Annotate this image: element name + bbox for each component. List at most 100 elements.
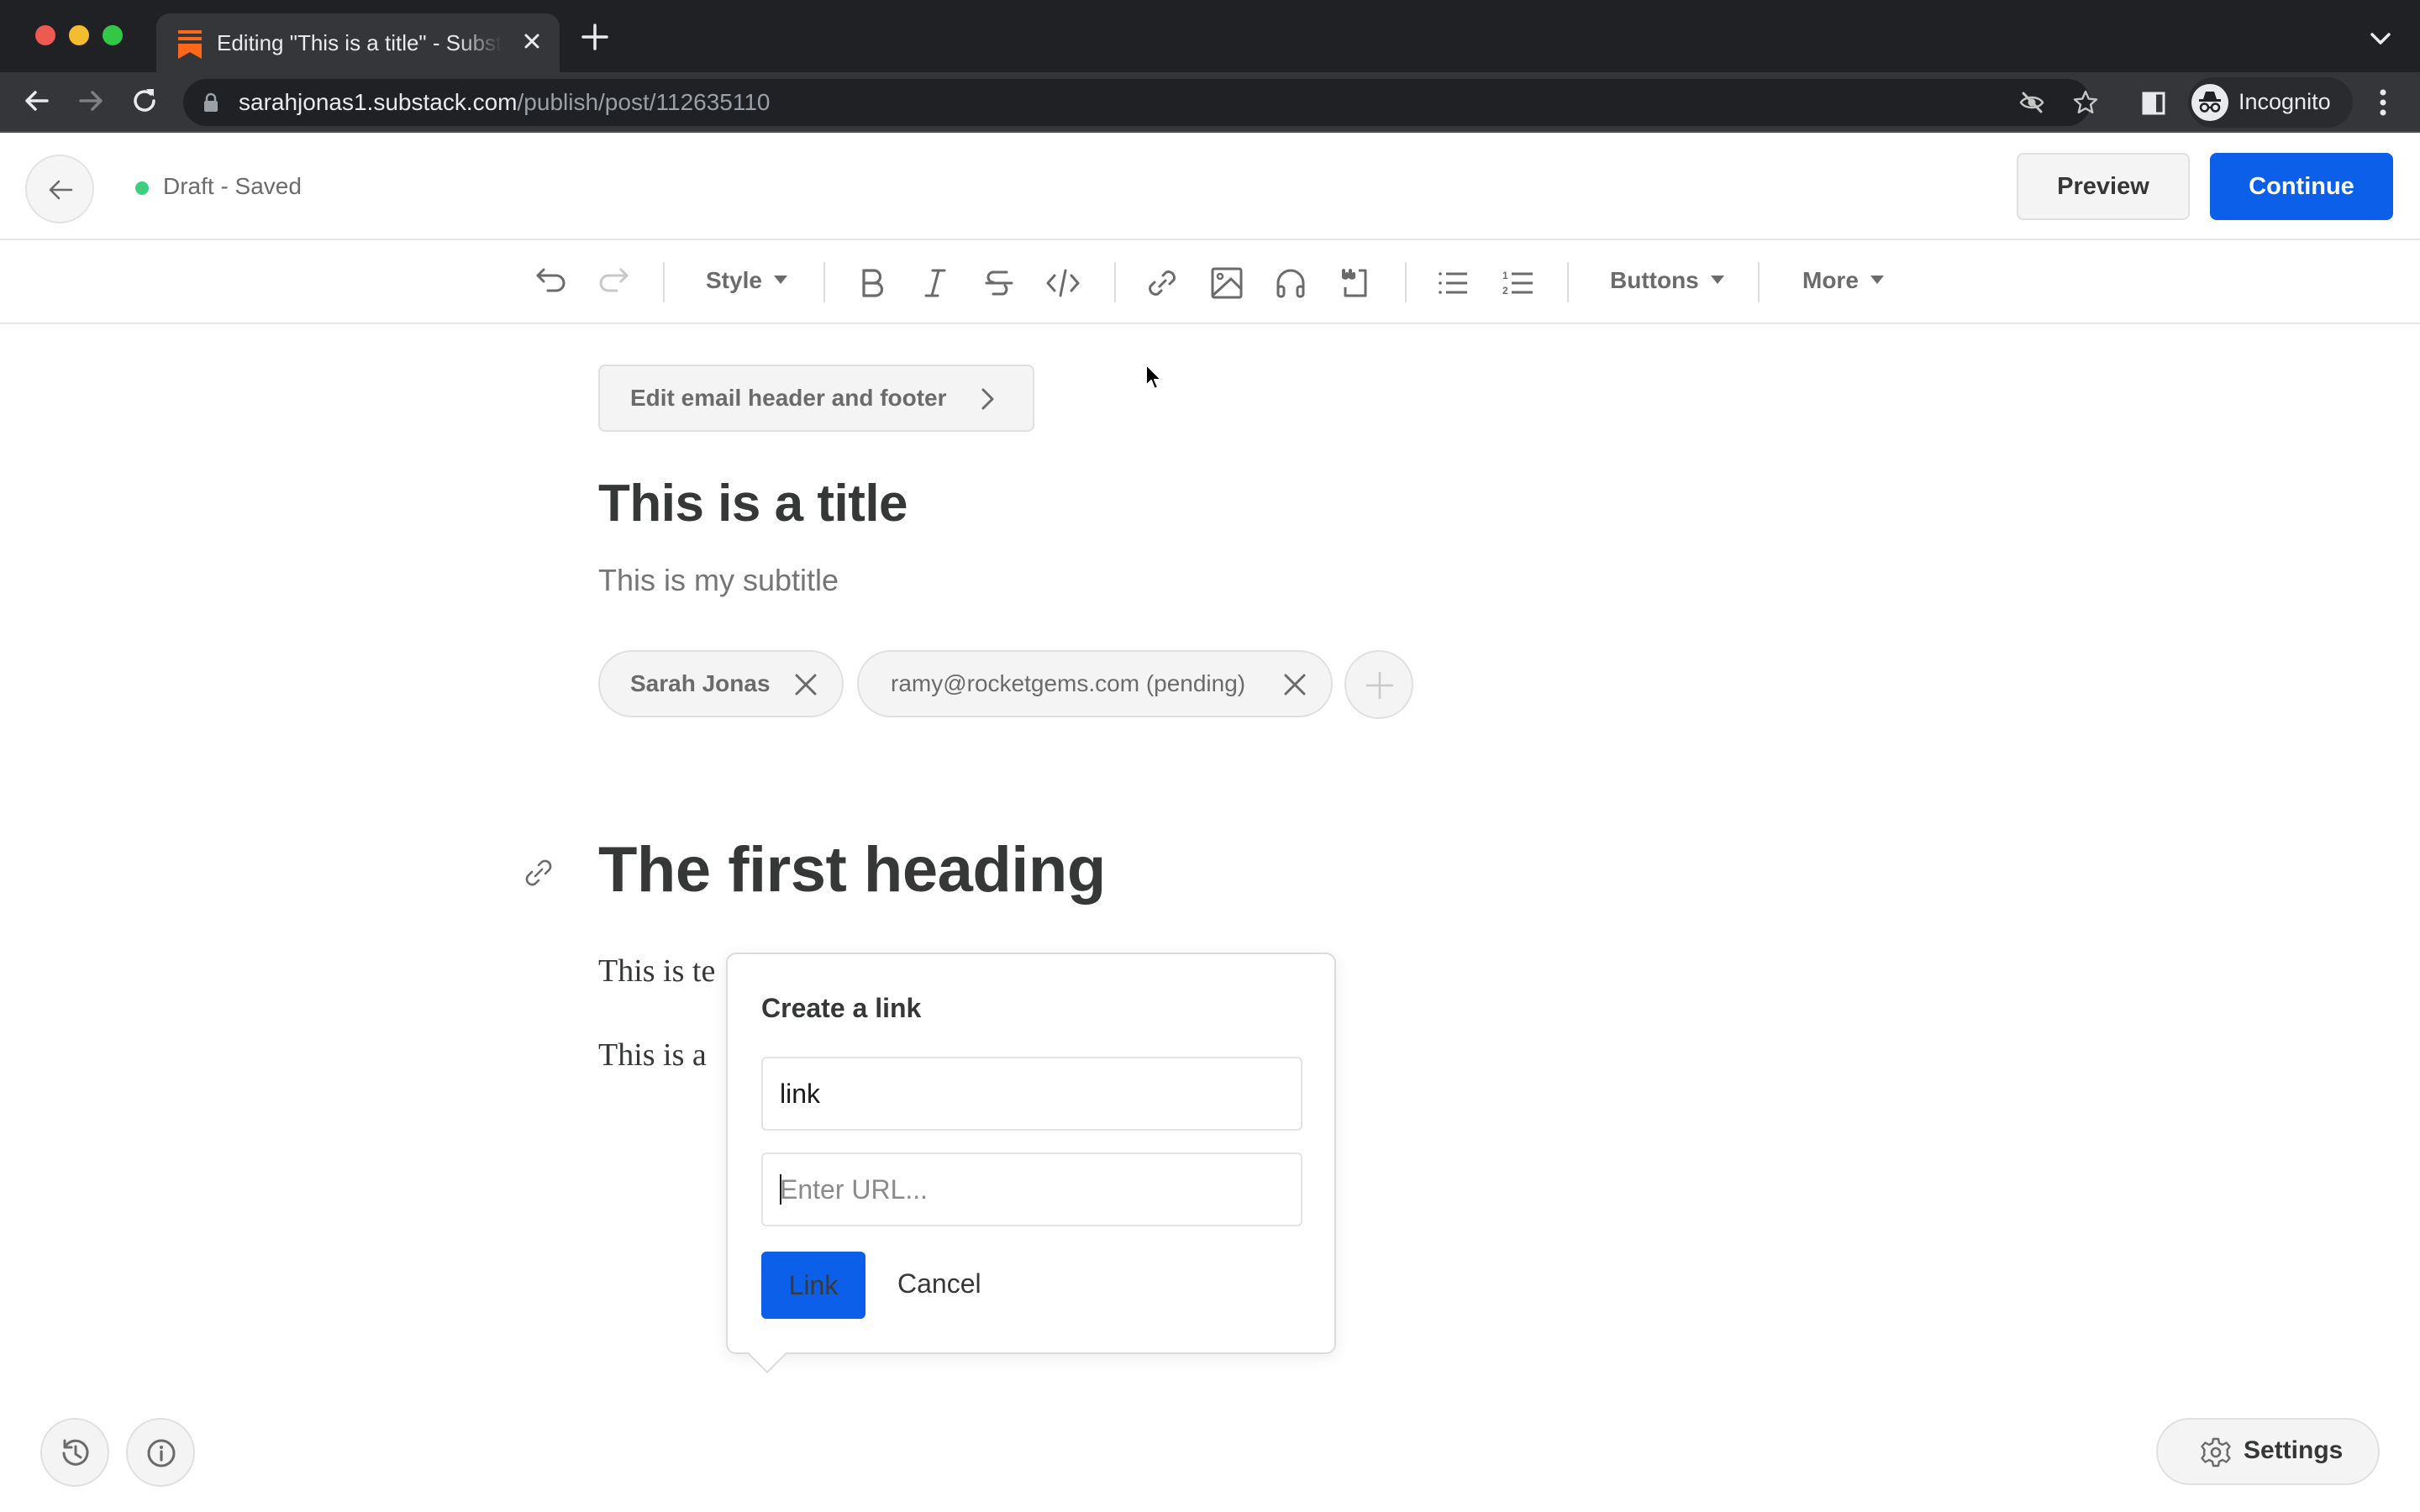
code-button[interactable] [1044,264,1082,302]
window-minimize-button[interactable] [69,25,89,45]
incognito-profile-button[interactable]: Incognito [2188,77,2353,128]
new-tab-button[interactable] [580,22,610,52]
toolbar-divider [1758,262,1760,302]
link-submit-button[interactable]: Link [761,1252,865,1319]
post-subtitle[interactable]: This is my subtitle [598,563,839,598]
reload-icon [134,89,155,112]
caret-down-icon [773,275,787,284]
heading-1[interactable]: The first heading [598,833,1106,906]
numbered-list-button[interactable]: 12 [1499,264,1538,302]
redo-icon [599,268,629,292]
edit-email-header-footer-button[interactable]: Edit email header and footer [598,365,1034,432]
toolbar-divider [663,262,665,302]
link-button[interactable] [1143,264,1181,302]
bold-icon [862,269,884,297]
paragraph[interactable]: This is te [598,953,715,990]
italic-icon [924,269,946,297]
url-path: /publish/post/112635110 [517,89,771,115]
undo-button[interactable] [531,264,570,302]
code-icon [1046,269,1080,297]
bulleted-list-icon [1439,272,1467,294]
post-title[interactable]: This is a title [598,474,908,533]
svg-text:2: 2 [1502,285,1508,297]
tab-search-chevron-down-icon[interactable] [2368,29,2393,49]
plus-icon [1365,671,1394,700]
browser-forward-button[interactable] [74,84,108,118]
arrow-right-icon [79,91,103,111]
address-bar[interactable]: sarahjonas1.substack.com/publish/post/11… [183,79,2098,126]
arrow-left-icon [49,180,73,200]
paragraph[interactable]: This is a [598,1037,707,1074]
kebab-menu-icon[interactable] [2373,87,2393,118]
substack-logo-icon [178,30,202,59]
gear-icon [2201,1437,2231,1467]
star-icon[interactable] [2072,89,2099,116]
tab-close-icon[interactable] [519,29,544,54]
browser-reload-button[interactable] [128,84,161,118]
back-button[interactable] [25,155,94,223]
image-icon [1211,267,1243,299]
style-label: Style [706,267,762,293]
browser-back-button[interactable] [20,84,54,118]
lock-icon [204,92,218,112]
continue-button[interactable]: Continue [2210,153,2393,220]
byline-name: ramy@rocketgems.com (pending) [891,670,1246,696]
style-dropdown[interactable]: Style [706,267,787,294]
settings-label: Settings [2244,1436,2344,1464]
browser-toolbar: sarahjonas1.substack.com/publish/post/11… [0,72,2420,133]
add-author-button[interactable] [1344,650,1413,719]
audio-button[interactable] [1271,264,1310,302]
version-history-button[interactable] [40,1418,109,1487]
undo-icon [536,268,566,292]
history-icon [62,1439,89,1466]
byline-name: Sarah Jonas [630,670,771,696]
bulleted-list-button[interactable] [1434,264,1472,302]
popover-title: Create a link [761,993,922,1023]
caret-down-icon [1870,275,1884,284]
incognito-label: Incognito [2238,89,2331,114]
side-panel-icon[interactable] [2141,91,2166,116]
window-close-button[interactable] [35,25,55,45]
link-cancel-button[interactable]: Cancel [897,1268,981,1299]
numbered-list-icon: 12 [1502,270,1533,297]
eye-off-icon[interactable] [2018,89,2045,116]
byline-chip[interactable]: ramy@rocketgems.com (pending) [857,650,1333,717]
remove-byline-close-icon[interactable] [1282,672,1307,697]
more-dropdown[interactable]: More [1802,267,1884,294]
strikethrough-icon [985,270,1013,296]
byline-chip[interactable]: Sarah Jonas [598,650,844,717]
image-button[interactable] [1207,264,1246,302]
buttons-dropdown[interactable]: Buttons [1610,267,1724,294]
settings-button[interactable]: Settings [2156,1418,2380,1485]
formatting-toolbar: Style 12 Buttons More [0,242,2420,324]
browser-tab-active[interactable]: Editing "This is a title" - Substack [156,13,560,72]
link-icon [1149,270,1176,296]
preview-button[interactable]: Preview [2017,153,2190,220]
tab-title: Editing "This is a title" - Substack [217,30,502,55]
remove-byline-close-icon[interactable] [793,672,818,697]
post-info-button[interactable] [126,1418,195,1487]
text-caret [780,1174,781,1205]
pullquote-button[interactable] [1335,264,1374,302]
info-icon [147,1439,176,1467]
toolbar-divider [823,262,825,302]
incognito-icon [2191,84,2228,121]
pullquote-icon [1342,269,1367,297]
editor-header: Draft - Saved Preview Continue [0,133,2420,240]
strikethrough-button[interactable] [980,264,1018,302]
svg-text:1: 1 [1502,270,1508,281]
heading-anchor-link-icon[interactable] [521,855,556,890]
bold-button[interactable] [852,264,891,302]
toolbar-divider [1114,262,1116,302]
italic-button[interactable] [916,264,955,302]
status-dot [135,181,149,195]
chevron-right-icon [981,388,994,410]
browser-tab-bar: Editing "This is a title" - Substack [0,0,2420,72]
url-host: sarahjonas1.substack.com [239,89,518,115]
window-zoom-button[interactable] [103,25,123,45]
redo-button[interactable] [595,264,634,302]
more-label: More [1802,267,1859,293]
mouse-cursor-icon [1145,364,1162,390]
link-text-input[interactable] [761,1057,1302,1131]
link-url-input[interactable] [761,1152,1302,1226]
